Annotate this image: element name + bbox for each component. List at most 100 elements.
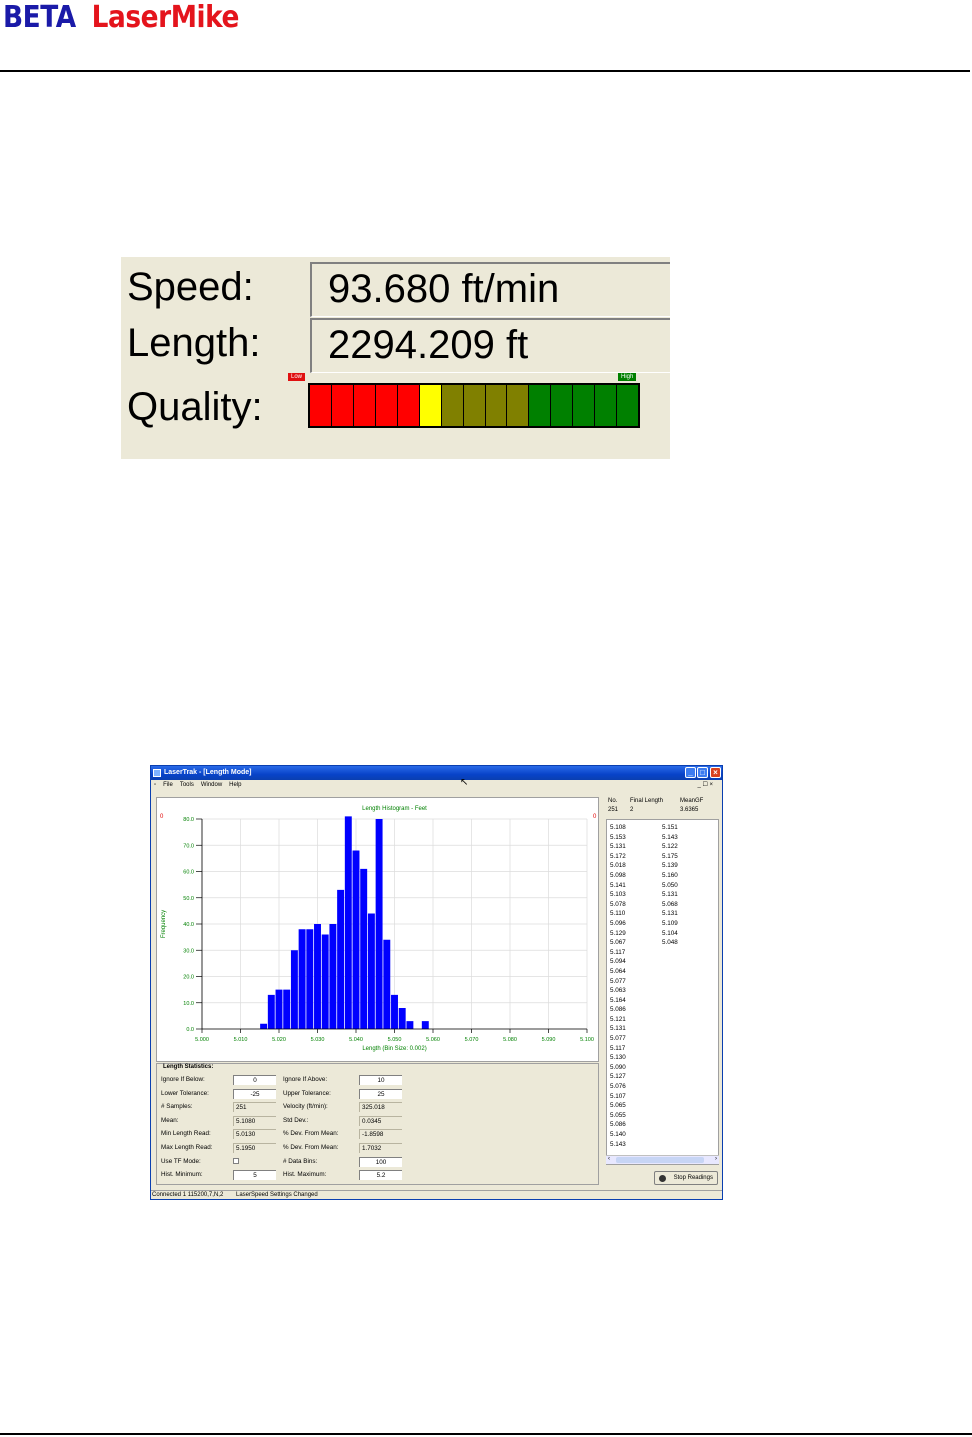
readings-column-2: 5.151 5.143 5.122 5.175 5.139 5.160 5.050 5.131…: [662, 823, 678, 948]
reading-item[interactable]: 5.117: [610, 948, 626, 958]
reading-item[interactable]: 5.104: [662, 929, 678, 939]
reading-item[interactable]: 5.121: [610, 1015, 626, 1025]
reading-item[interactable]: 5.096: [610, 919, 626, 929]
histogram-bar: [267, 994, 275, 1029]
stop-readings-button[interactable]: Stop Readings: [654, 1171, 718, 1185]
reading-item[interactable]: 5.141: [610, 881, 626, 891]
reading-item[interactable]: 5.110: [610, 909, 626, 919]
reading-item[interactable]: 5.094: [610, 957, 626, 967]
col-no-header[interactable]: No.: [608, 798, 617, 804]
reading-item[interactable]: 5.151: [662, 823, 678, 833]
quality-bar: [308, 383, 640, 428]
reading-item[interactable]: 5.098: [610, 871, 626, 881]
reading-item[interactable]: 5.117: [610, 1044, 626, 1054]
histogram-bar: [329, 924, 337, 1029]
reading-item[interactable]: 5.130: [610, 1053, 626, 1063]
stat-label-left-4: Min Length Read:: [161, 1130, 211, 1138]
reading-item[interactable]: 5.077: [610, 977, 626, 987]
tf-mode-checkbox[interactable]: [233, 1157, 239, 1164]
reading-item[interactable]: 5.048: [662, 938, 678, 948]
reading-item[interactable]: 5.153: [610, 833, 626, 843]
stat-value-right-7[interactable]: 5.2: [359, 1170, 402, 1181]
app-icon: [153, 769, 161, 777]
stop-icon: [659, 1175, 666, 1182]
minimize-button[interactable]: _: [685, 767, 696, 778]
stat-label-right-5: % Dev. From Mean:: [283, 1144, 339, 1151]
reading-item[interactable]: 5.131: [662, 890, 678, 900]
reading-item[interactable]: 5.127: [610, 1072, 626, 1082]
menu-window[interactable]: Window: [201, 782, 222, 788]
reading-item[interactable]: 5.086: [610, 1005, 626, 1015]
stat-value-left-7[interactable]: 5: [233, 1170, 276, 1181]
reading-item[interactable]: 5.140: [610, 1130, 626, 1140]
reading-item[interactable]: 5.109: [662, 919, 678, 929]
quality-segment: [573, 385, 595, 426]
reading-item[interactable]: 5.139: [662, 861, 678, 871]
reading-item[interactable]: 5.164: [610, 996, 626, 1006]
summary-no: 251: [608, 807, 619, 813]
reading-item[interactable]: 5.172: [610, 852, 626, 862]
reading-item[interactable]: 5.160: [662, 871, 678, 881]
reading-item[interactable]: 5.143: [610, 1140, 626, 1150]
footer-divider: [0, 1433, 972, 1435]
reading-item[interactable]: 5.050: [662, 881, 678, 891]
title-bar[interactable]: LaserTrak - [Length Mode] _ □ ×: [151, 766, 722, 780]
scroll-right-icon[interactable]: ›: [715, 1156, 717, 1162]
stat-value-right-0[interactable]: 10: [359, 1075, 402, 1085]
col-mean-header[interactable]: MeanGF: [680, 798, 703, 804]
col-final-header[interactable]: Final Length: [630, 798, 663, 804]
stat-value-left-0[interactable]: 0: [233, 1075, 276, 1085]
reading-item[interactable]: 5.065: [610, 1101, 626, 1111]
reading-item[interactable]: 5.055: [610, 1111, 626, 1121]
menu-help[interactable]: Help: [229, 782, 241, 788]
reading-item[interactable]: 5.107: [610, 1092, 626, 1102]
reading-item[interactable]: 5.063: [610, 986, 626, 996]
reading-item[interactable]: 5.067: [610, 938, 626, 948]
mdi-controls[interactable]: _ ☐ ×: [697, 780, 713, 791]
readings-column-1: 5.108 5.153 5.131 5.172 5.018 5.098 5.141 5.103…: [610, 823, 626, 1149]
length-statistics-panel: Length Statistics: Ignore If Below: 0 Lowe…: [156, 1063, 599, 1185]
reading-item[interactable]: 5.090: [610, 1063, 626, 1073]
reading-item[interactable]: 5.131: [610, 842, 626, 852]
reading-item[interactable]: 5.076: [610, 1082, 626, 1092]
reading-item[interactable]: 5.129: [610, 929, 626, 939]
reading-item[interactable]: 5.077: [610, 1034, 626, 1044]
stat-value-right-2: 325.018: [359, 1102, 402, 1113]
quality-segment: [331, 385, 353, 426]
menu-file[interactable]: File: [163, 782, 173, 788]
reading-item[interactable]: 5.108: [610, 823, 626, 833]
menu-icon[interactable]: ▫: [154, 782, 156, 788]
stat-value-right-6[interactable]: 100: [359, 1156, 402, 1167]
chart-title: Length Histogram - Feet: [362, 806, 427, 812]
reading-item[interactable]: 5.131: [610, 1024, 626, 1034]
status-bar: Connected 1 115200,7,N,2 LaserSpeed Sett…: [151, 1190, 722, 1199]
reading-item[interactable]: 5.103: [610, 890, 626, 900]
scroll-thumb[interactable]: [616, 1157, 704, 1163]
histogram-bar: [352, 850, 360, 1029]
reading-item[interactable]: 5.175: [662, 852, 678, 862]
histogram-bar: [360, 868, 368, 1029]
reading-item[interactable]: 5.131: [662, 909, 678, 919]
reading-item[interactable]: 5.078: [610, 900, 626, 910]
marker-right: 0: [593, 814, 597, 820]
stat-value-left-1[interactable]: -25: [233, 1088, 276, 1099]
quality-segment: [551, 385, 573, 426]
reading-item[interactable]: 5.143: [662, 833, 678, 843]
readings-list[interactable]: 5.108 5.153 5.131 5.172 5.018 5.098 5.141 5.103…: [606, 819, 719, 1165]
reading-item[interactable]: 5.086: [610, 1120, 626, 1130]
reading-item[interactable]: 5.064: [610, 967, 626, 977]
stat-value-right-1[interactable]: 25: [359, 1088, 402, 1099]
horizontal-scrollbar[interactable]: ‹ ›: [606, 1155, 719, 1164]
stat-label-right-7: Hist. Maximum:: [283, 1171, 327, 1179]
histogram-bar: [375, 819, 383, 1029]
histogram-bar: [321, 934, 329, 1029]
scroll-left-icon[interactable]: ‹: [608, 1156, 610, 1162]
maximize-button[interactable]: □: [697, 767, 708, 778]
menu-tools[interactable]: Tools: [180, 782, 194, 788]
close-button[interactable]: ×: [710, 767, 721, 778]
summary-mean: 3.6365: [680, 807, 699, 813]
reading-item[interactable]: 5.068: [662, 900, 678, 910]
reading-item[interactable]: 5.122: [662, 842, 678, 852]
quality-segment: [441, 385, 463, 426]
reading-item[interactable]: 5.018: [610, 861, 626, 871]
